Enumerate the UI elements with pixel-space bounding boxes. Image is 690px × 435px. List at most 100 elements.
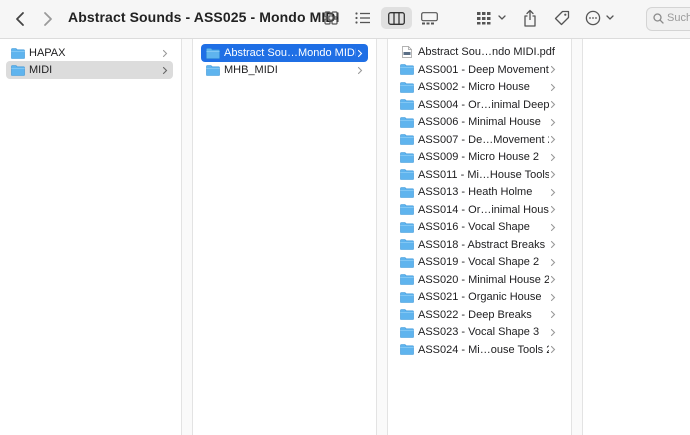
chevron-right-icon [550,188,556,196]
search-icon [653,13,664,24]
list-item-folder[interactable]: ASS013 - Heath Holme [395,183,561,201]
tag-button[interactable] [552,8,572,28]
chevron-right-icon [550,170,556,179]
list-item-label: ASS011 - Mi…House Tools [418,168,549,181]
list-item-folder[interactable]: ASS006 - Minimal House [395,113,561,131]
list-view-button[interactable] [353,9,373,27]
list-item-folder[interactable]: ASS007 - De…Movement 2 [395,131,561,149]
folder-icon [400,134,414,145]
window-title: Abstract Sounds - ASS025 - Mondo MIDI [68,9,340,25]
list-item-label: Abstract Sou…ndo MIDI.pdf [418,46,555,58]
list-item-label: ASS018 - Abstract Breaks [418,238,546,251]
folder-icon [11,64,25,76]
folder-icon [206,64,220,76]
chevron-right-icon [550,135,556,144]
gallery-icon [420,11,438,24]
chevron-right-icon [550,223,556,231]
more-actions-button[interactable] [585,8,619,28]
column-gutter [377,39,387,435]
list-item-folder[interactable]: ASS002 - Micro House [395,78,561,96]
list-item-label: ASS004 - Or…inimal Deep [418,98,549,111]
folder-icon [400,116,414,128]
list-item-abstract-sounds[interactable]: Abstract Sou…Mondo MIDI [201,44,368,62]
list-item-mhb-midi[interactable]: MHB_MIDI [201,61,368,79]
list-item-folder[interactable]: ASS019 - Vocal Shape 2 [395,253,561,271]
folder-icon [400,81,414,93]
list-item-label: ASS009 - Micro House 2 [418,151,540,163]
list-item-folder[interactable]: ASS004 - Or…inimal Deep [395,96,561,114]
list-item-midi[interactable]: MIDI [6,61,173,79]
list-item-folder[interactable]: ASS014 - Or…inimal House [395,201,561,219]
forward-button[interactable] [39,9,57,29]
tag-icon [554,10,570,26]
folder-icon [11,47,25,59]
list-item-pdf-file[interactable]: Abstract Sou…ndo MIDI.pdf [395,43,561,61]
search-input[interactable] [667,10,690,26]
column-2: Abstract Sou…Mondo MIDI MHB_MIDI [193,39,376,435]
back-button[interactable] [11,9,29,29]
folder-icon [400,186,414,198]
folder-icon [400,256,414,268]
chevron-right-icon [550,118,556,126]
column-1: HAPAX MIDI [0,39,181,435]
chevron-right-icon [550,345,556,354]
folder-icon [400,99,414,110]
chevron-right-icon [550,65,556,74]
chevron-right-icon [550,258,556,266]
folder-icon [400,344,414,355]
folder-icon [400,169,414,180]
list-item-label: ASS006 - Minimal House [418,116,541,128]
list-item-label: ASS024 - Mi…ouse Tools 2 [418,343,549,356]
list-item-folder[interactable]: ASS021 - Organic House [395,288,561,306]
folder-icon [400,239,414,250]
list-item-label: ASS021 - Organic House [418,291,542,303]
list-item-label: ASS023 - Vocal Shape 3 [418,326,540,338]
list-item-folder[interactable]: ASS018 - Abstract Breaks [395,236,561,254]
list-item-folder[interactable]: ASS009 - Micro House 2 [395,148,561,166]
chevron-right-icon [550,100,556,109]
pdf-file-icon [402,46,412,58]
toolbar: Abstract Sounds - ASS025 - Mondo MIDI [0,0,690,39]
list-item-folder[interactable]: ASS023 - Vocal Shape 3 [395,323,561,341]
columns-icon [388,11,405,25]
list-item-label: ASS019 - Vocal Shape 2 [418,256,540,268]
chevron-right-icon [357,49,363,57]
column-gutter [182,39,192,435]
list-item-label: ASS001 - Deep Movement [418,63,549,76]
column-view-button[interactable] [381,7,412,29]
folder-icon [206,47,220,59]
column-gutter [572,39,582,435]
chevron-right-icon [550,83,556,91]
list-item-label: ASS014 - Or…inimal House [418,203,549,216]
folder-icon [400,291,414,303]
gallery-view-button[interactable] [419,9,439,27]
folder-icon [400,274,414,285]
list-item-folder[interactable]: ASS001 - Deep Movement [395,61,561,79]
list-icon [355,12,370,24]
chevron-right-icon [44,12,52,26]
grid-icon [324,11,338,25]
search-field[interactable] [646,7,690,31]
list-item-folder[interactable]: ASS022 - Deep Breaks [395,306,561,324]
list-item-folder[interactable]: ASS020 - Minimal House 2 [395,271,561,289]
group-by-button[interactable] [476,9,510,27]
list-item-label: Abstract Sou…Mondo MIDI [224,47,356,59]
list-item-label: ASS016 - Vocal Shape [418,221,530,233]
folder-icon [400,309,414,320]
chevron-right-icon [550,205,556,214]
list-item-folder[interactable]: ASS011 - Mi…House Tools [395,166,561,184]
ellipsis-circle-icon [585,10,614,26]
list-item-hapax[interactable]: HAPAX [6,44,173,62]
chevron-right-icon [550,310,556,319]
share-button[interactable] [520,7,540,29]
group-grid-icon [477,12,506,25]
share-icon [524,9,536,27]
list-item-folder[interactable]: ASS024 - Mi…ouse Tools 2 [395,341,561,359]
chevron-right-icon [162,49,168,57]
folder-icon [400,221,414,233]
icon-view-button[interactable] [321,9,341,27]
folder-icon [400,326,414,338]
list-item-folder[interactable]: ASS016 - Vocal Shape [395,218,561,236]
list-item-label: MHB_MIDI [224,64,278,76]
list-item-label: HAPAX [29,47,66,59]
